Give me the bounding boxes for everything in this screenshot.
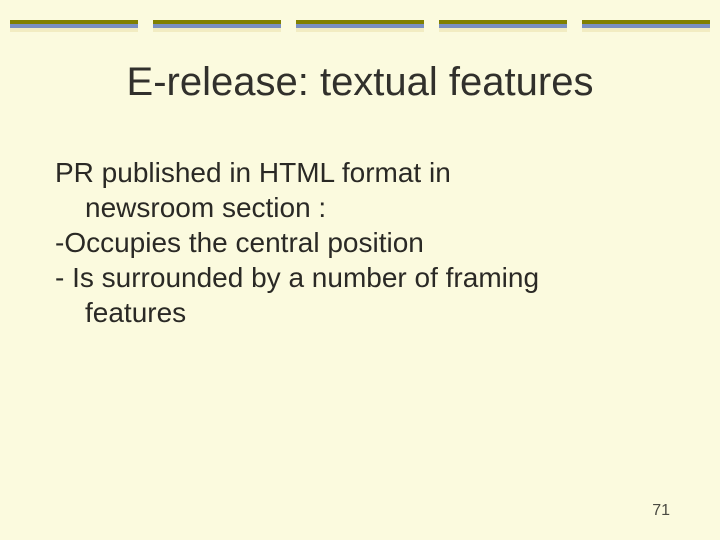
- bar-segment: [439, 20, 567, 32]
- bar-segment: [582, 20, 710, 32]
- slide: E-release: textual features PR published…: [0, 0, 720, 540]
- body-line: - Is surrounded by a number of framing: [55, 260, 665, 295]
- body-line: PR published in HTML format in: [55, 155, 665, 190]
- bar-segment: [153, 20, 281, 32]
- slide-body: PR published in HTML format in newsroom …: [55, 155, 665, 330]
- body-line: newsroom section :: [85, 190, 665, 225]
- slide-title: E-release: textual features: [0, 60, 720, 105]
- body-line: features: [85, 295, 665, 330]
- body-line: -Occupies the central position: [55, 225, 665, 260]
- decorative-top-bars: [0, 20, 720, 32]
- bar-segment: [296, 20, 424, 32]
- bar-segment: [10, 20, 138, 32]
- page-number: 71: [652, 502, 670, 520]
